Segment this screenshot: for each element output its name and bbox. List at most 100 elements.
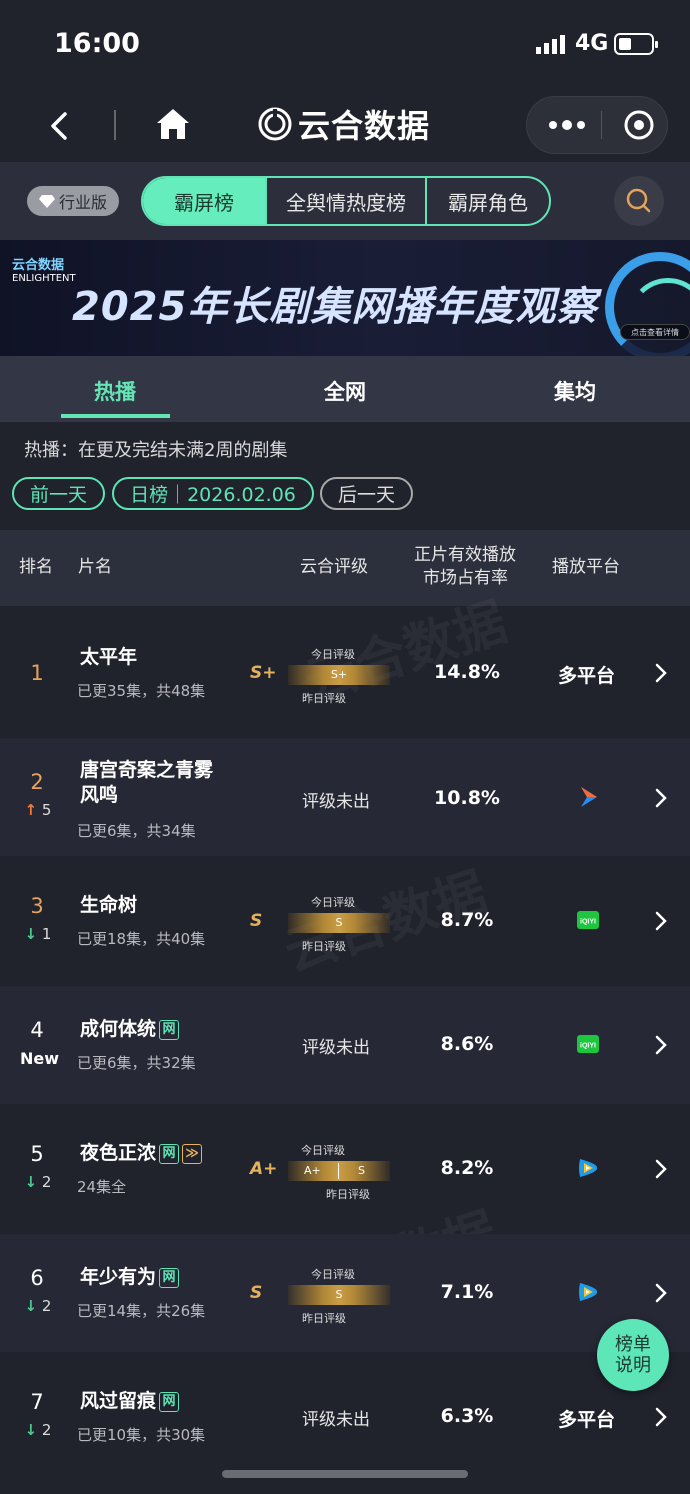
svg-text:iQIYI: iQIYI [580,919,596,926]
chevron-right-icon[interactable] [654,788,668,808]
col-rank: 排名 [19,557,53,577]
rank-change-value: 2 [37,1297,52,1315]
rank-change: New [20,1049,60,1068]
table-row[interactable]: 4 New 成何体统网已更6集，共32集 评级未出 8.6% iQIYI [0,986,690,1104]
table-row[interactable]: 5 ↓ 2 夜色正浓网 ≫ 24集全 A+ 今日评级 A+ S 昨日评级 8.2% [0,1110,690,1228]
table-header: 排名 片名 云合评级 正片有效播放 市场占有率 播放平台 [0,530,690,606]
today-rating: S [335,1288,343,1301]
today-rating-label: 今日评级 [311,896,355,909]
col-share-line2: 市场占有率 [423,568,508,588]
drama-title-text: 夜色正浓 [80,1142,157,1164]
capsule-divider [601,111,602,139]
today-rating-label: 今日评级 [311,648,355,661]
rating-grade: A+ [250,1159,278,1179]
drama-title[interactable]: 夜色正浓网 ≫ [80,1141,203,1166]
search-button[interactable] [614,176,664,226]
nav-divider [114,110,116,140]
chevron-right-icon[interactable] [654,1407,668,1427]
float-line-1: 榜单 [615,1334,651,1355]
yunhe-logo-icon [258,107,292,141]
next-day-button[interactable]: 后一天 [320,477,413,510]
drama-title[interactable]: 风过留痕网 [80,1389,180,1414]
segment-public-opinion[interactable]: 全舆情热度榜 [267,178,427,224]
date-selector[interactable]: 日榜｜2026.02.06 [112,477,314,510]
rank-change-value: 5 [37,801,52,819]
table-row[interactable]: 6 ↓ 2 年少有为网已更14集，共26集 S 今日评级 S 昨日评级 7.1% [0,1234,690,1352]
rank-number: 1 [30,661,44,685]
ranking-type-segment: 霸屏榜 全舆情热度榜 霸屏角色 [141,176,551,226]
more-icon[interactable] [547,115,587,135]
today-rating-label: 今日评级 [311,1268,355,1281]
network-type: 4G [575,31,609,56]
rank-number: 4 [30,1018,44,1042]
rank-change-value: 1 [37,925,52,943]
capsule-menu [526,96,668,154]
drama-title[interactable]: 唐宫奇案之青雾 风鸣 [80,758,213,808]
tab-all-network[interactable]: 全网 [324,376,366,406]
yesterday-rating-label: 昨日评级 [302,940,346,953]
rating-bar: S [288,1285,390,1305]
chevron-right-icon[interactable] [654,1159,668,1179]
tab-per-episode[interactable]: 集均 [554,376,596,406]
drama-title-text: 年少有为 [80,1266,157,1288]
episode-info: 24集全 [77,1178,127,1196]
drama-title-text: 太平年 [80,646,138,668]
drama-title[interactable]: 生命树 [80,893,137,918]
youku-icon [576,785,600,809]
chevron-right-icon[interactable] [654,663,668,683]
brand-title: 云合数据 [298,107,431,145]
rank-change: ↓ 1 [20,925,56,943]
drama-title-text: 生命树 [80,894,138,916]
filter-bar: 行业版 霸屏榜 全舆情热度榜 霸屏角色 [0,162,690,240]
search-icon [626,188,651,213]
rank-change: ↓ 2 [20,1297,56,1315]
rating-grade: S+ [250,663,277,683]
segment-dominant-roles[interactable]: 霸屏角色 [427,178,549,224]
chevron-right-icon[interactable] [654,911,668,931]
close-miniprogram-icon[interactable] [623,109,655,141]
episode-info: 已更6集，共32集 [77,1054,196,1072]
tab-hot[interactable]: 热播 [94,376,136,406]
table-row[interactable]: 1 太平年 已更35集，共48集 S+ 今日评级 S+ 昨日评级 14.8% 多平台 [0,614,690,732]
home-icon[interactable] [155,106,191,142]
rank-number: 5 [30,1142,44,1166]
industry-label: 行业版 [58,193,107,212]
industry-edition-button[interactable]: 行业版 [27,186,119,216]
episode-info: 已更14集，共26集 [77,1302,206,1320]
rank-number: 6 [30,1266,44,1290]
rank-change-value: 2 [37,1173,52,1191]
yesterday-rating: S [358,1164,365,1177]
rating-pending: 评级未出 [302,1038,370,1058]
yesterday-rating-label: 昨日评级 [326,1188,370,1201]
rank-change: ↓ 2 [20,1173,56,1191]
rank-change-arrow: ↑ [24,801,38,819]
chevron-right-icon[interactable] [654,1283,668,1303]
annual-report-banner[interactable]: 云合数据 ENLIGHTENT 2025年长剧集网播年度观察 点击查看详情 [0,240,690,356]
drama-title[interactable]: 太平年 [80,645,137,670]
drama-title[interactable]: 年少有为网 [80,1265,180,1290]
back-icon[interactable] [40,106,80,146]
platform-label: 多平台 [558,665,616,687]
play-icon: ≫ [182,1144,203,1164]
prev-day-button[interactable]: 前一天 [12,477,105,510]
chevron-right-icon[interactable] [654,1035,668,1055]
today-rating: S [335,916,343,929]
ranking-explanation-button[interactable]: 榜单 说明 [597,1319,669,1391]
rating-bar-divider [338,1163,339,1179]
drama-title[interactable]: 成何体统网 [80,1017,180,1042]
table-row[interactable]: 2 ↑ 5 唐宫奇案之青雾 风鸣 已更6集，共34集 评级未出 10.8% [0,738,690,856]
platform-label: 多平台 [558,1409,616,1431]
table-row[interactable]: 7 ↓ 2 风过留痕网已更10集，共30集 评级未出 6.3% 多平台 [0,1358,690,1476]
drama-title-text: 风过留痕 [80,1390,157,1412]
rank-change-arrow: ↓ [24,1297,38,1315]
market-share: 8.2% [440,1157,494,1179]
web-drama-badge: 网 [159,1392,180,1412]
table-row[interactable]: 3 ↓ 1 生命树 已更18集，共40集 S 今日评级 S 昨日评级 8.7% iQIYI [0,862,690,980]
rank-number: 3 [30,894,44,918]
segment-screen-dominance[interactable]: 霸屏榜 [143,178,267,224]
tencent-video-icon [576,1156,600,1180]
market-share: 14.8% [434,661,500,683]
yesterday-rating-label: 昨日评级 [302,692,346,705]
rating-grade: S [250,911,263,931]
banner-detail-button[interactable]: 点击查看详情 [620,324,690,340]
